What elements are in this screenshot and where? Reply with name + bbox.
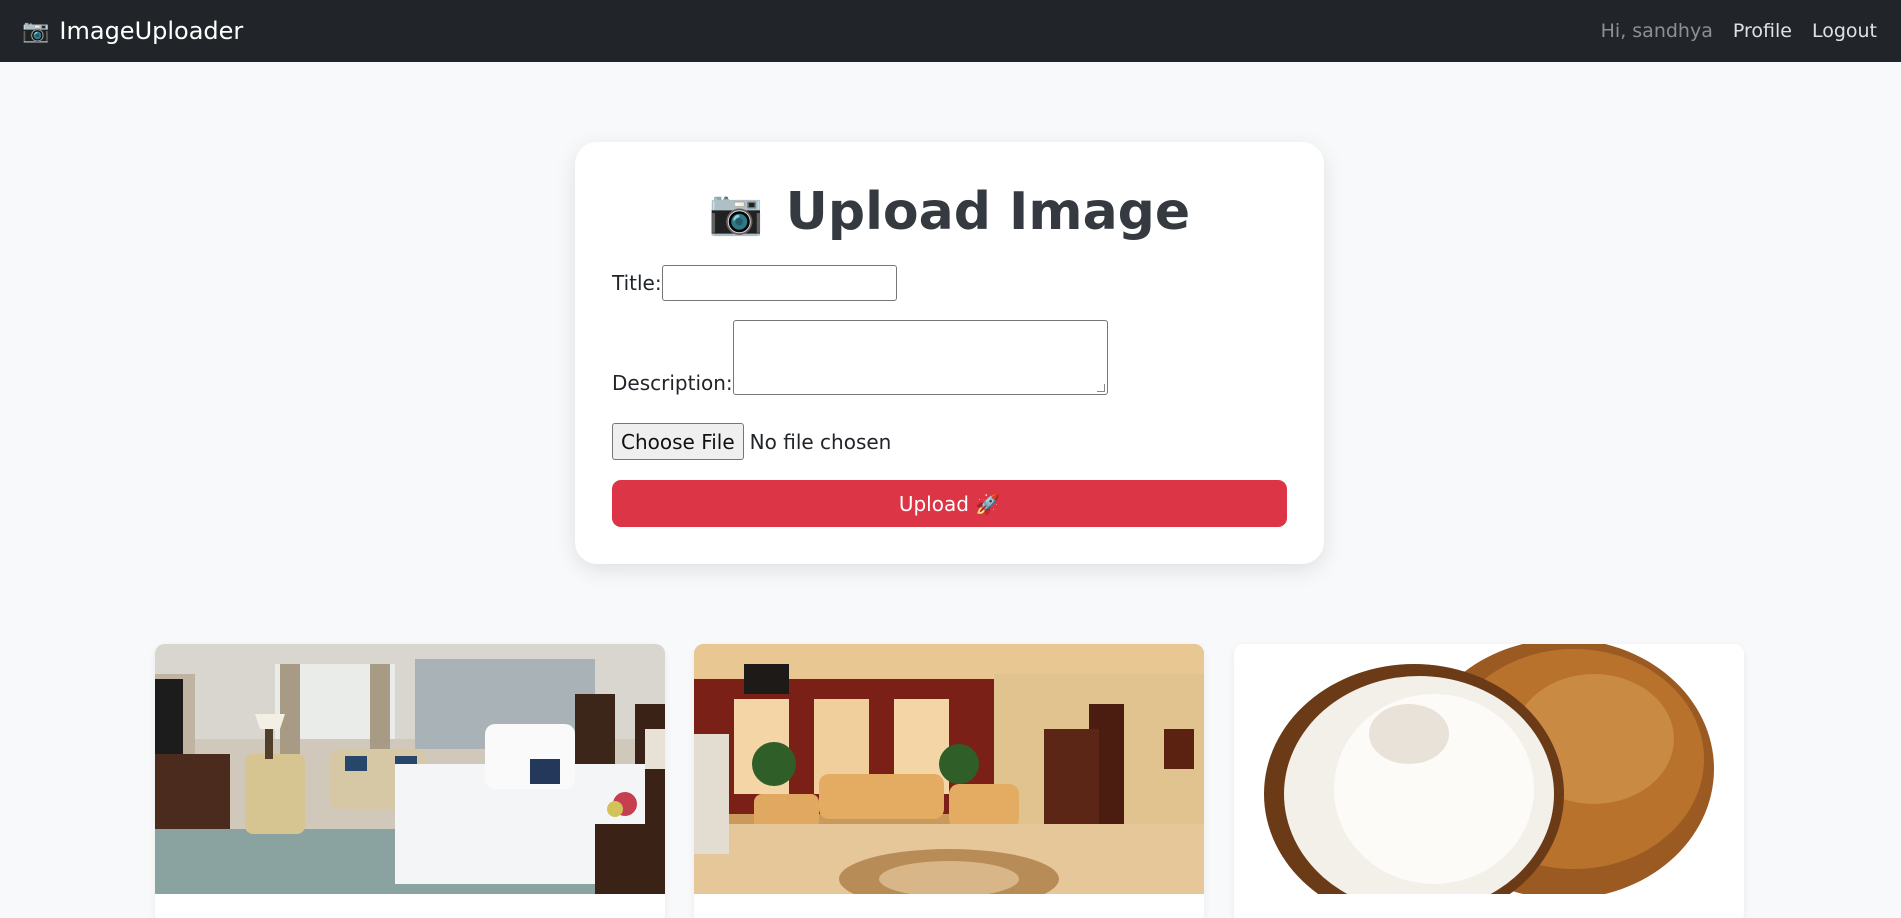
title-label: Title: [612, 271, 662, 295]
hotel-lobby-image [694, 644, 1204, 894]
logout-link[interactable]: Logout [1812, 20, 1877, 42]
title-row: Title: [612, 265, 897, 301]
description-row: Description: [612, 320, 1108, 395]
description-label: Description: [612, 371, 733, 395]
title-input[interactable] [661, 265, 897, 301]
gallery-card-hotel-bedroom[interactable] [155, 644, 665, 918]
choose-file-button[interactable]: Choose File [612, 423, 744, 460]
nav-right: Hi, sandhya Profile Logout [1601, 20, 1877, 42]
upload-card: 📷 Upload Image Title: Description: Choos… [575, 142, 1324, 564]
brand-name: ImageUploader [59, 17, 244, 45]
upload-button[interactable]: Upload 🚀 [612, 480, 1287, 527]
profile-link[interactable]: Profile [1733, 20, 1792, 42]
user-greeting: Hi, sandhya [1600, 20, 1713, 42]
upload-title-text: Upload Image [785, 182, 1191, 242]
navbar: 📷 ImageUploader Hi, sandhya Profile Logo… [0, 0, 1901, 62]
brand-link[interactable]: 📷 ImageUploader [22, 17, 243, 45]
file-status: No file chosen [749, 429, 892, 454]
upload-title: 📷 Upload Image [575, 182, 1324, 242]
resize-handle-icon[interactable] [1096, 384, 1105, 392]
gallery-card-hotel-lobby[interactable] [694, 644, 1204, 918]
camera-icon: 📷 [22, 18, 50, 44]
coconut-image [1234, 644, 1744, 894]
description-textarea[interactable] [732, 320, 1108, 395]
camera-icon: 📷 [708, 187, 764, 238]
hotel-bedroom-image [155, 644, 665, 894]
gallery-card-coconut[interactable] [1234, 644, 1744, 918]
file-row: Choose File No file chosen [612, 423, 891, 460]
